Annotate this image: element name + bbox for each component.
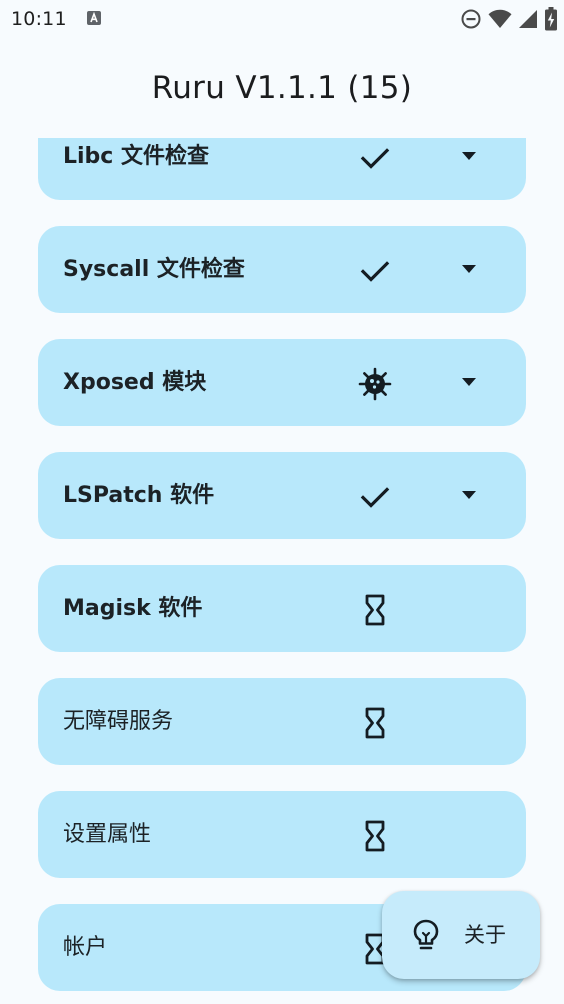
check-item-lspatch[interactable]: LSPatch 软件 — [38, 452, 526, 539]
page-title: Ruru V1.1.1 (15) — [151, 70, 413, 106]
accessibility-a-icon — [87, 11, 101, 25]
check-item-settings-props[interactable]: 设置属性 — [38, 791, 526, 878]
check-icon — [360, 148, 390, 169]
check-item-magisk[interactable]: Magisk 软件 — [38, 565, 526, 652]
check-icon — [360, 487, 390, 508]
lightbulb-icon — [413, 919, 439, 950]
hourglass-icon — [365, 707, 385, 739]
check-item-syscall[interactable]: Syscall 文件检查 — [38, 226, 526, 313]
app-screen: 10:11 Ruru V1.1.1 (15) Libc 文件检查 Syscall… — [0, 0, 564, 1004]
status-icons — [460, 7, 558, 31]
check-list: Libc 文件检查 Syscall 文件检查 Xposed 模块 LSPatch… — [0, 138, 564, 1004]
about-fab-label: 关于 — [464, 923, 506, 947]
check-label: 帐户 — [63, 935, 108, 960]
do-not-disturb-icon — [461, 9, 481, 29]
check-label: Libc 文件检查 — [63, 144, 210, 169]
check-icon — [360, 261, 390, 282]
check-item-xposed[interactable]: Xposed 模块 — [38, 339, 526, 426]
check-item-libc[interactable]: Libc 文件检查 — [38, 138, 526, 200]
battery-charging-icon — [545, 7, 557, 31]
check-item-accessibility[interactable]: 无障碍服务 — [38, 678, 526, 765]
cell-signal-icon — [519, 10, 537, 28]
chevron-down-icon[interactable] — [459, 489, 479, 501]
check-label: Xposed 模块 — [63, 370, 207, 395]
about-fab-button[interactable]: 关于 — [382, 891, 540, 979]
wifi-icon — [488, 9, 512, 28]
check-label: Magisk 软件 — [63, 596, 203, 621]
check-label: 无障碍服务 — [63, 709, 174, 734]
virus-icon — [358, 367, 392, 401]
check-label: Syscall 文件检查 — [63, 257, 245, 282]
chevron-down-icon[interactable] — [459, 150, 479, 162]
status-bar: 10:11 — [0, 0, 564, 38]
hourglass-icon — [365, 594, 385, 626]
hourglass-icon — [365, 820, 385, 852]
check-label: LSPatch 软件 — [63, 483, 215, 508]
status-time: 10:11 — [11, 8, 67, 30]
chevron-down-icon[interactable] — [459, 376, 479, 388]
chevron-down-icon[interactable] — [459, 263, 479, 275]
check-label: 设置属性 — [63, 822, 152, 847]
